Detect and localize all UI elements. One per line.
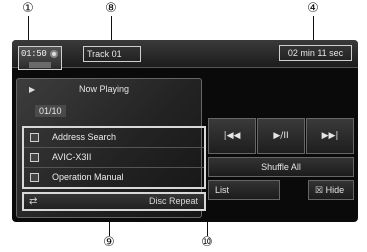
hide-button[interactable]: ☒ Hide (308, 180, 354, 200)
shuffle-all-button[interactable]: Shuffle All (208, 157, 354, 177)
callout-1: ① (22, 1, 34, 16)
now-playing-header: ▶ Now Playing 01/10 (17, 79, 203, 127)
clock-subbar (29, 62, 51, 68)
play-pause-button[interactable]: ▶/II (257, 118, 305, 154)
track-count: 01/10 (35, 105, 66, 117)
address-search-icon (30, 133, 39, 142)
menu-item-operation-manual[interactable]: Operation Manual (24, 168, 204, 188)
elapsed-time: 02 min 11 sec (279, 45, 352, 61)
audio-screen: 01:50 Track 01 02 min 11 sec ▶ Now Playi… (12, 40, 358, 222)
menu-item-label: Operation Manual (52, 172, 124, 182)
repeat-icon: ⇄ (29, 196, 38, 207)
now-playing-label: Now Playing (79, 84, 130, 94)
menu-item-address-search[interactable]: Address Search (24, 128, 204, 148)
callout-9: ⑨ (103, 235, 115, 250)
track-number: Track 01 (83, 46, 141, 62)
menu-item-avic[interactable]: AVIC-X3II (24, 148, 204, 168)
menu-item-label: AVIC-X3II (52, 152, 92, 162)
repeat-mode-label: Disc Repeat (148, 196, 198, 206)
menu-item-label: Address Search (52, 132, 117, 142)
callout-10: ⑩ (201, 235, 213, 250)
manual-icon (30, 173, 39, 182)
controls-panel: |◀◀ ▶/II ▶▶| Shuffle All List ☒ Hide (208, 78, 354, 218)
next-track-button[interactable]: ▶▶| (306, 118, 354, 154)
device-icon (30, 153, 39, 162)
clock-time: 01:50 (21, 49, 47, 59)
callout-4: ④ (307, 1, 319, 16)
previous-track-button[interactable]: |◀◀ (208, 118, 256, 154)
clock-display: 01:50 (18, 46, 62, 70)
source-indicator-icon (50, 50, 58, 58)
list-button[interactable]: List (208, 180, 280, 200)
callout-8: ⑧ (105, 1, 117, 16)
status-bar: 01:50 Track 01 02 min 11 sec (12, 40, 358, 70)
play-indicator-icon: ▶ (29, 85, 36, 94)
shortcut-menu: Address Search AVIC-X3II Operation Manua… (22, 126, 206, 189)
repeat-mode-bar[interactable]: ⇄ Disc Repeat (22, 192, 206, 211)
